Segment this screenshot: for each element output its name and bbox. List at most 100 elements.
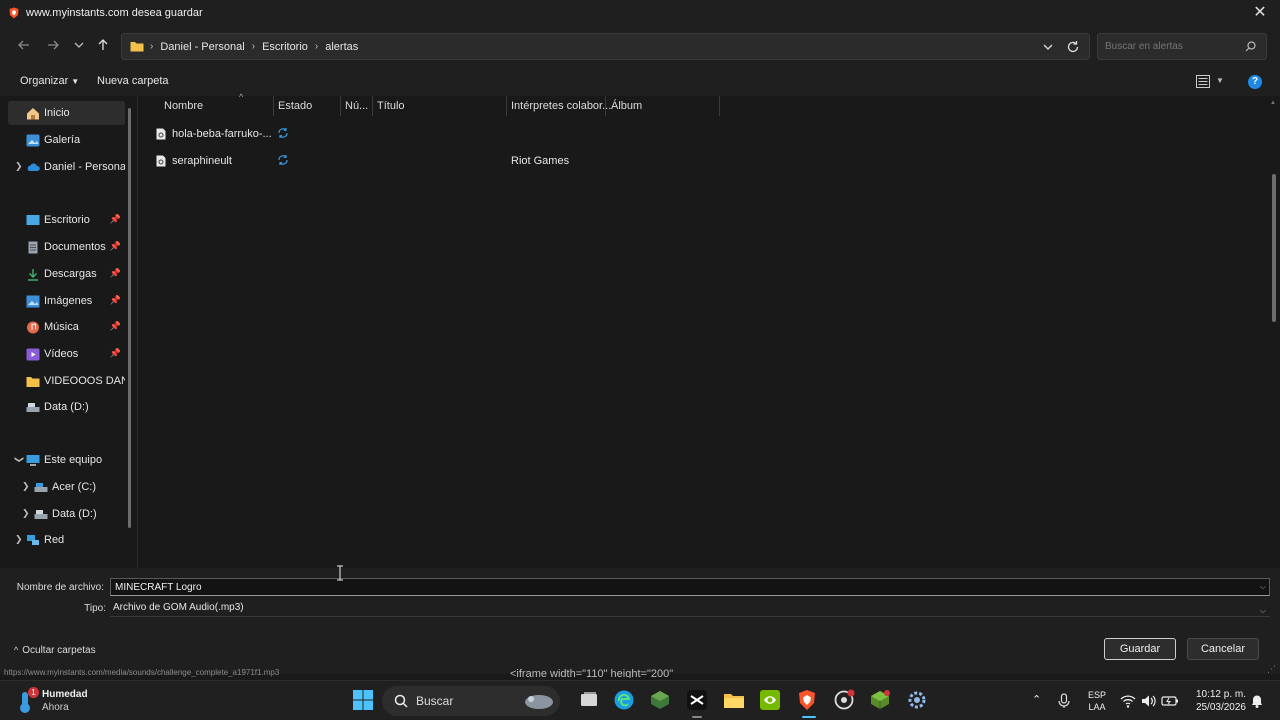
nav-item-galeria[interactable]: Galería	[8, 128, 125, 152]
column-divider[interactable]	[506, 96, 507, 116]
chevron-up-icon: ^	[14, 645, 19, 655]
column-header-interpretes[interactable]: Intérpretes colabor...	[511, 96, 611, 116]
up-arrow-icon[interactable]	[94, 38, 112, 56]
nav-item-label: Este equipo	[44, 454, 103, 466]
organize-menu[interactable]: Organizar ▼	[20, 75, 79, 87]
filename-input[interactable]	[110, 578, 1270, 596]
back-arrow-icon[interactable]	[15, 38, 33, 56]
view-options-icon[interactable]	[1196, 75, 1210, 88]
forward-arrow-icon[interactable]	[44, 38, 62, 56]
chevron-down-icon[interactable]: ❯	[13, 456, 24, 464]
column-header-nombre[interactable]: ^ Nombre	[164, 92, 243, 116]
active-indicator	[802, 716, 816, 718]
refresh-icon[interactable]	[1065, 39, 1081, 55]
pin-icon: 📌	[109, 214, 121, 224]
search-input[interactable]	[1105, 41, 1235, 52]
documents-icon	[28, 241, 38, 253]
resize-grip-icon[interactable]: ⋰	[1267, 664, 1276, 675]
view-caret-icon[interactable]: ▼	[1216, 76, 1224, 85]
nav-scrollbar[interactable]	[128, 108, 131, 528]
edge-icon[interactable]	[613, 689, 635, 711]
filename-dropdown-icon[interactable]: ⌵	[1260, 582, 1266, 592]
search-box[interactable]	[1097, 33, 1267, 60]
new-folder-button[interactable]: Nueva carpeta	[97, 75, 169, 87]
clock[interactable]: 10:12 p. m. 25/03/2026	[1190, 688, 1246, 714]
file-explorer-icon[interactable]	[723, 689, 745, 711]
address-bar[interactable]: › Daniel - Personal › Escritorio › alert…	[121, 33, 1090, 60]
nav-item-documentos[interactable]: Documentos 📌	[8, 235, 125, 259]
wifi-icon[interactable]	[1120, 693, 1136, 709]
nav-item-data-d-2[interactable]: ❯ Data (D:)	[8, 502, 125, 526]
task-view-icon[interactable]	[578, 689, 600, 711]
steelseries-icon[interactable]	[833, 689, 855, 711]
nav-item-inicio[interactable]: Inicio	[8, 101, 125, 125]
nav-item-label: Data (D:)	[52, 508, 97, 520]
nav-item-este-equipo[interactable]: ❯ Este equipo	[8, 448, 125, 472]
organize-label: Organizar	[20, 75, 69, 87]
column-divider[interactable]	[605, 96, 606, 116]
file-type-value: Archivo de GOM Audio(.mp3)	[113, 602, 244, 613]
nav-item-data-d[interactable]: Data (D:)	[8, 395, 125, 419]
volume-icon[interactable]	[1140, 693, 1156, 709]
breadcrumb-alertas[interactable]: alertas	[325, 41, 358, 53]
column-header-estado[interactable]: Estado	[278, 96, 312, 116]
close-icon[interactable]: ✕	[1252, 5, 1268, 21]
column-header-numero[interactable]: Nú...	[345, 96, 368, 116]
nav-item-daniel-personal[interactable]: ❯ Daniel - Personal	[8, 155, 125, 179]
windows-start-icon[interactable]	[352, 689, 374, 711]
column-header-titulo[interactable]: Título	[377, 96, 405, 116]
sync-icon	[278, 128, 288, 138]
nav-item-escritorio[interactable]: Escritorio 📌	[8, 208, 125, 232]
file-row[interactable]: hola-beba-farruko-...	[156, 123, 756, 145]
weather-widget[interactable]: 1 Humedad Ahora	[14, 685, 134, 717]
pin-icon: 📌	[109, 348, 121, 358]
battery-charging-icon[interactable]	[1161, 693, 1179, 709]
scroll-up-icon[interactable]: ▲	[1270, 100, 1276, 106]
breadcrumb-escritorio[interactable]: Escritorio	[262, 41, 308, 53]
save-button[interactable]: Guardar	[1104, 638, 1176, 660]
column-divider[interactable]	[719, 96, 720, 116]
column-divider[interactable]	[273, 96, 274, 116]
file-row[interactable]: seraphineult Riot Games	[156, 150, 756, 172]
taskbar-search-label: Buscar	[416, 694, 454, 708]
chevron-right-icon[interactable]: ❯	[15, 534, 23, 545]
nav-item-red[interactable]: ❯ Red	[8, 528, 125, 552]
chevron-down-icon[interactable]	[1041, 40, 1055, 54]
nav-item-acer-c[interactable]: ❯ Acer (C:)	[8, 475, 125, 499]
help-icon[interactable]: ?	[1248, 75, 1262, 89]
microphone-icon[interactable]	[1056, 693, 1072, 709]
language-indicator[interactable]: ESP LAA	[1088, 689, 1106, 713]
minecraft-launcher-icon[interactable]	[649, 689, 671, 711]
taskbar-search[interactable]: Buscar	[382, 686, 560, 716]
brave-icon	[9, 7, 19, 19]
recent-locations-chevron-icon[interactable]	[70, 38, 88, 56]
breadcrumb-daniel-personal[interactable]: Daniel - Personal	[160, 41, 244, 53]
column-header-album[interactable]: Álbum	[611, 96, 642, 116]
nav-item-videos[interactable]: Vídeos 📌	[8, 342, 125, 366]
clock-time: 10:12 p. m.	[1195, 689, 1246, 700]
nav-item-label: VIDEOOOS DANIEL	[44, 375, 125, 387]
nvidia-icon[interactable]	[759, 689, 781, 711]
capcut-icon[interactable]	[686, 689, 708, 711]
nav-item-musica[interactable]: Música 📌	[8, 315, 125, 339]
file-type-select[interactable]: Archivo de GOM Audio(.mp3) ⌵	[110, 599, 1270, 617]
language-code: ESP	[1088, 690, 1107, 700]
chevron-right-icon[interactable]: ❯	[22, 508, 30, 519]
nav-item-imagenes[interactable]: Imágenes 📌	[8, 289, 125, 313]
chevron-right-icon[interactable]: ❯	[22, 481, 30, 492]
cancel-button[interactable]: Cancelar	[1187, 638, 1259, 660]
music-icon	[27, 321, 39, 333]
file-list-scrollbar[interactable]	[1272, 174, 1276, 322]
column-divider[interactable]	[372, 96, 373, 116]
nav-item-label: Red	[44, 534, 65, 546]
nav-item-descargas[interactable]: Descargas 📌	[8, 262, 125, 286]
minecraft-block-icon[interactable]	[869, 689, 891, 711]
brave-browser-icon[interactable]	[796, 689, 818, 711]
nav-item-videooos-daniel[interactable]: VIDEOOOS DANIEL	[8, 369, 125, 393]
column-divider[interactable]	[340, 96, 341, 116]
settings-gear-icon[interactable]	[906, 689, 928, 711]
notifications-bell-icon[interactable]	[1250, 693, 1264, 709]
chevron-up-icon[interactable]: ⌃	[1032, 693, 1041, 720]
hide-folders-button[interactable]: ^ Ocultar carpetas	[14, 645, 96, 656]
chevron-right-icon[interactable]: ❯	[15, 161, 23, 172]
